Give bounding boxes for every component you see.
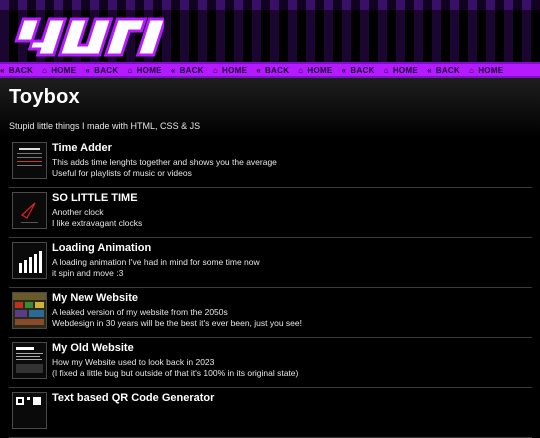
chevrons-left-icon: «: [427, 65, 432, 75]
nav-back-link[interactable]: «BACK: [171, 66, 204, 75]
nav-back-link[interactable]: «BACK: [342, 66, 375, 75]
qr-generator-thumbnail[interactable]: [12, 392, 47, 429]
nav-back-link[interactable]: «BACK: [0, 66, 33, 75]
nav-label: HOME: [136, 65, 162, 75]
list-item[interactable]: Text based QR Code Generator: [9, 388, 532, 438]
nav-home-link[interactable]: ⌂ HOME: [384, 66, 418, 75]
item-description: Webdesign in 30 years will be the best i…: [52, 318, 302, 328]
item-title[interactable]: My Old Website: [52, 342, 134, 354]
item-description: it spin and move :3: [52, 268, 124, 278]
page-subtitle: Stupid little things I made with HTML, C…: [9, 121, 201, 131]
item-title[interactable]: Text based QR Code Generator: [52, 392, 214, 404]
chevrons-left-icon: «: [0, 65, 5, 75]
nav-label: HOME: [392, 65, 419, 75]
item-description: A loading animation I've had in mind for…: [52, 257, 260, 267]
new-website-thumbnail[interactable]: [12, 292, 47, 329]
chevrons-left-icon: «: [341, 65, 347, 75]
page-title: Toybox: [9, 86, 80, 108]
nav-back-link[interactable]: «BACK: [256, 66, 289, 75]
header-pattern: [0, 0, 540, 10]
nav-label: BACK: [94, 65, 119, 75]
home-icon: ⌂: [212, 65, 219, 75]
item-description: This adds time lenghts together and show…: [52, 157, 277, 167]
list-item[interactable]: My New Website A leaked version of my we…: [9, 288, 532, 338]
nav-home-link[interactable]: ⌂ HOME: [469, 66, 503, 75]
item-title[interactable]: My New Website: [52, 292, 138, 304]
item-description: Another clock: [52, 207, 104, 217]
nav-home-link[interactable]: ⌂ HOME: [298, 66, 332, 75]
item-title[interactable]: Time Adder: [52, 142, 112, 154]
old-website-thumbnail[interactable]: [12, 342, 47, 379]
list-item[interactable]: SO LITTLE TIME Another clock I like extr…: [9, 188, 532, 238]
nav-back-link[interactable]: «BACK: [427, 66, 460, 75]
nav-home-link[interactable]: ⌂ HOME: [213, 66, 247, 75]
nav-label: BACK: [435, 65, 461, 75]
item-description: I like extravagant clocks: [52, 218, 143, 228]
item-title[interactable]: Loading Animation: [52, 242, 151, 254]
nav-home-link[interactable]: ⌂ HOME: [127, 66, 161, 75]
home-icon: ⌂: [127, 65, 133, 75]
item-description: (I fixed a little bug but outside of tha…: [52, 368, 299, 378]
item-description: Useful for playlists of music or videos: [52, 168, 192, 178]
nav-label: BACK: [264, 65, 290, 75]
nav-label: HOME: [307, 65, 333, 75]
chevrons-left-icon: «: [170, 65, 176, 75]
nav-label: BACK: [179, 65, 204, 75]
home-icon: ⌂: [469, 65, 475, 75]
nav-label: BACK: [8, 65, 34, 75]
site-logo[interactable]: [8, 17, 164, 59]
clock-thumbnail[interactable]: [12, 192, 47, 229]
nav-label: HOME: [51, 65, 77, 75]
home-icon: ⌂: [42, 65, 48, 75]
chevrons-left-icon: «: [256, 65, 261, 75]
nav-back-link[interactable]: «BACK: [85, 66, 118, 75]
item-description: A leaked version of my website from the …: [52, 307, 228, 317]
home-icon: ⌂: [383, 65, 389, 75]
chevrons-left-icon: «: [85, 65, 91, 75]
item-title[interactable]: SO LITTLE TIME: [52, 192, 138, 204]
nav-marquee: «BACK ⌂ HOME «BACK ⌂ HOME «BACK ⌂ HOME «BACK ⌂ HOME…: [0, 62, 540, 78]
item-description: How my Website used to look back in 2023: [52, 357, 215, 367]
nav-label: HOME: [478, 65, 504, 75]
nav-home-link[interactable]: ⌂ HOME: [42, 66, 76, 75]
home-icon: ⌂: [298, 65, 304, 75]
time-adder-thumbnail[interactable]: [12, 142, 47, 179]
nav-label: HOME: [222, 65, 248, 75]
nav-label: BACK: [350, 65, 375, 75]
list-item[interactable]: Loading Animation A loading animation I'…: [9, 238, 532, 288]
list-item[interactable]: My Old Website How my Website used to lo…: [9, 338, 532, 388]
toy-list: Time Adder This adds time lenghts togeth…: [9, 138, 532, 438]
list-item[interactable]: Time Adder This adds time lenghts togeth…: [9, 138, 532, 188]
loading-thumbnail[interactable]: [12, 242, 47, 279]
